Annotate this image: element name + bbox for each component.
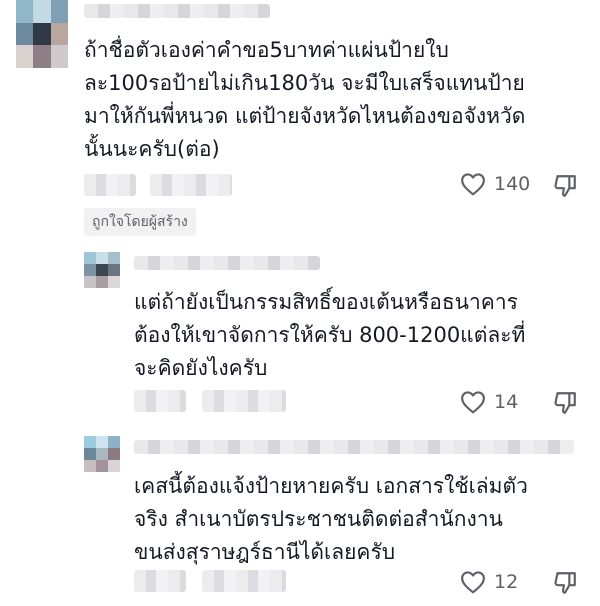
timestamp-blurred xyxy=(84,174,136,196)
avatar-pixel xyxy=(96,264,108,276)
avatar-pixel xyxy=(108,264,120,276)
reply-link-blurred[interactable] xyxy=(202,570,286,592)
liked-by-creator-badge: ถูกใจโดยผู้สร้าง xyxy=(84,208,196,236)
comment-2: แต่ถ้ายังเป็นกรรมสิทธิ์ของเต้นหรือธนาคาร… xyxy=(0,252,600,422)
username-blurred[interactable] xyxy=(84,4,270,18)
timestamp-blurred xyxy=(134,570,186,592)
avatar-pixel xyxy=(84,436,96,448)
avatar-pixel xyxy=(84,460,96,472)
avatar-pixel xyxy=(16,45,34,68)
avatar[interactable] xyxy=(16,0,68,68)
username-blurred[interactable] xyxy=(134,256,320,270)
dislike-icon[interactable] xyxy=(552,173,578,199)
avatar-pixel xyxy=(33,22,51,46)
avatar-pixel xyxy=(96,276,108,288)
avatar-pixel xyxy=(96,448,108,460)
comment-text: ถ้าชื่อตัวเองค่าคำขอ5บาทค่าแผ่นป้ายใบ ละ… xyxy=(84,38,526,161)
avatar-pixel xyxy=(33,45,51,68)
avatar-pixel xyxy=(96,252,108,264)
like-button[interactable]: 14 xyxy=(460,390,518,414)
avatar-pixel xyxy=(108,460,120,472)
reply-link-blurred[interactable] xyxy=(202,390,286,412)
avatar-pixel xyxy=(96,460,108,472)
heart-icon xyxy=(461,391,485,414)
like-count: 12 xyxy=(494,571,519,593)
avatar[interactable] xyxy=(84,436,120,472)
avatar-pixel xyxy=(108,436,120,448)
dislike-icon[interactable] xyxy=(552,390,578,416)
avatar-pixel xyxy=(108,276,120,288)
avatar-pixel xyxy=(84,448,96,460)
like-button[interactable]: 140 xyxy=(460,172,530,196)
avatar-pixel xyxy=(84,264,96,276)
comment-1: ถ้าชื่อตัวเองค่าคำขอ5บาทค่าแผ่นป้ายใบ ละ… xyxy=(0,0,600,236)
like-count: 140 xyxy=(494,173,531,195)
avatar-pixel xyxy=(84,252,96,264)
like-button[interactable]: 12 xyxy=(460,570,518,594)
comment-text: แต่ถ้ายังเป็นกรรมสิทธิ์ของเต้นหรือธนาคาร… xyxy=(134,290,526,380)
heart-icon xyxy=(461,571,485,594)
avatar-pixel xyxy=(108,252,120,264)
avatar-pixel xyxy=(84,276,96,288)
avatar-pixel xyxy=(96,436,108,448)
comment-text: เคสนี้ต้องแจ้งป้ายหายครับ เอกสารใช้เล่มต… xyxy=(134,474,528,564)
avatar-pixel xyxy=(50,45,68,68)
reply-link-blurred[interactable] xyxy=(150,174,232,196)
timestamp-blurred xyxy=(134,390,186,412)
avatar-pixel xyxy=(108,448,120,460)
comment-3: เคสนี้ต้องแจ้งป้ายหายครับ เอกสารใช้เล่มต… xyxy=(0,436,600,606)
avatar-pixel xyxy=(33,0,51,23)
dislike-icon[interactable] xyxy=(552,570,578,596)
avatar-pixel xyxy=(16,0,34,23)
avatar[interactable] xyxy=(84,252,120,288)
like-count: 14 xyxy=(494,391,519,413)
heart-icon xyxy=(461,173,485,196)
username-blurred[interactable] xyxy=(134,440,574,454)
avatar-pixel xyxy=(16,22,34,46)
avatar-pixel xyxy=(50,0,68,23)
avatar-pixel xyxy=(50,22,68,46)
